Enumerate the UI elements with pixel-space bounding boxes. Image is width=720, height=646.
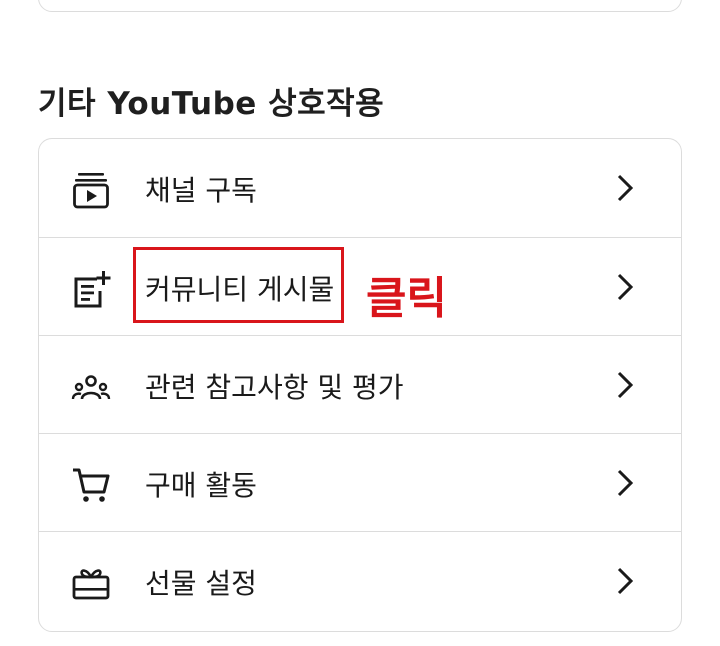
- subscriptions-icon: [73, 173, 109, 209]
- previous-card: [38, 0, 682, 12]
- chevron-right-icon: [617, 273, 634, 301]
- click-annotation: 클릭: [366, 273, 447, 324]
- people-group-icon: [71, 375, 111, 400]
- chevron-right-icon: [617, 174, 634, 202]
- chevron-right-icon: [617, 371, 634, 399]
- menu-item-gift-settings[interactable]: 선물 설정: [39, 531, 681, 630]
- menu-item-purchases[interactable]: 구매 활동: [39, 433, 681, 532]
- post-add-icon: [74, 271, 111, 308]
- menu-item-label: 구매 활동: [145, 469, 257, 502]
- menu-item-notes-ratings[interactable]: 관련 참고사항 및 평가: [39, 335, 681, 434]
- gift-icon: [72, 569, 110, 600]
- interactions-card: 채널 구독 커뮤니티 게시물 관련 참고사항 및 평가 구매 활동 선물 설정: [38, 138, 682, 632]
- menu-item-subscriptions[interactable]: 채널 구독: [39, 139, 681, 237]
- menu-item-label: 관련 참고사항 및 평가: [145, 371, 404, 404]
- shopping-cart-icon: [73, 468, 110, 502]
- section-title: 기타 YouTube 상호작용: [38, 86, 385, 122]
- chevron-right-icon: [617, 469, 634, 497]
- menu-item-label: 선물 설정: [145, 567, 257, 600]
- chevron-right-icon: [617, 567, 634, 595]
- menu-item-label: 채널 구독: [145, 174, 257, 207]
- highlight-box: [133, 247, 344, 323]
